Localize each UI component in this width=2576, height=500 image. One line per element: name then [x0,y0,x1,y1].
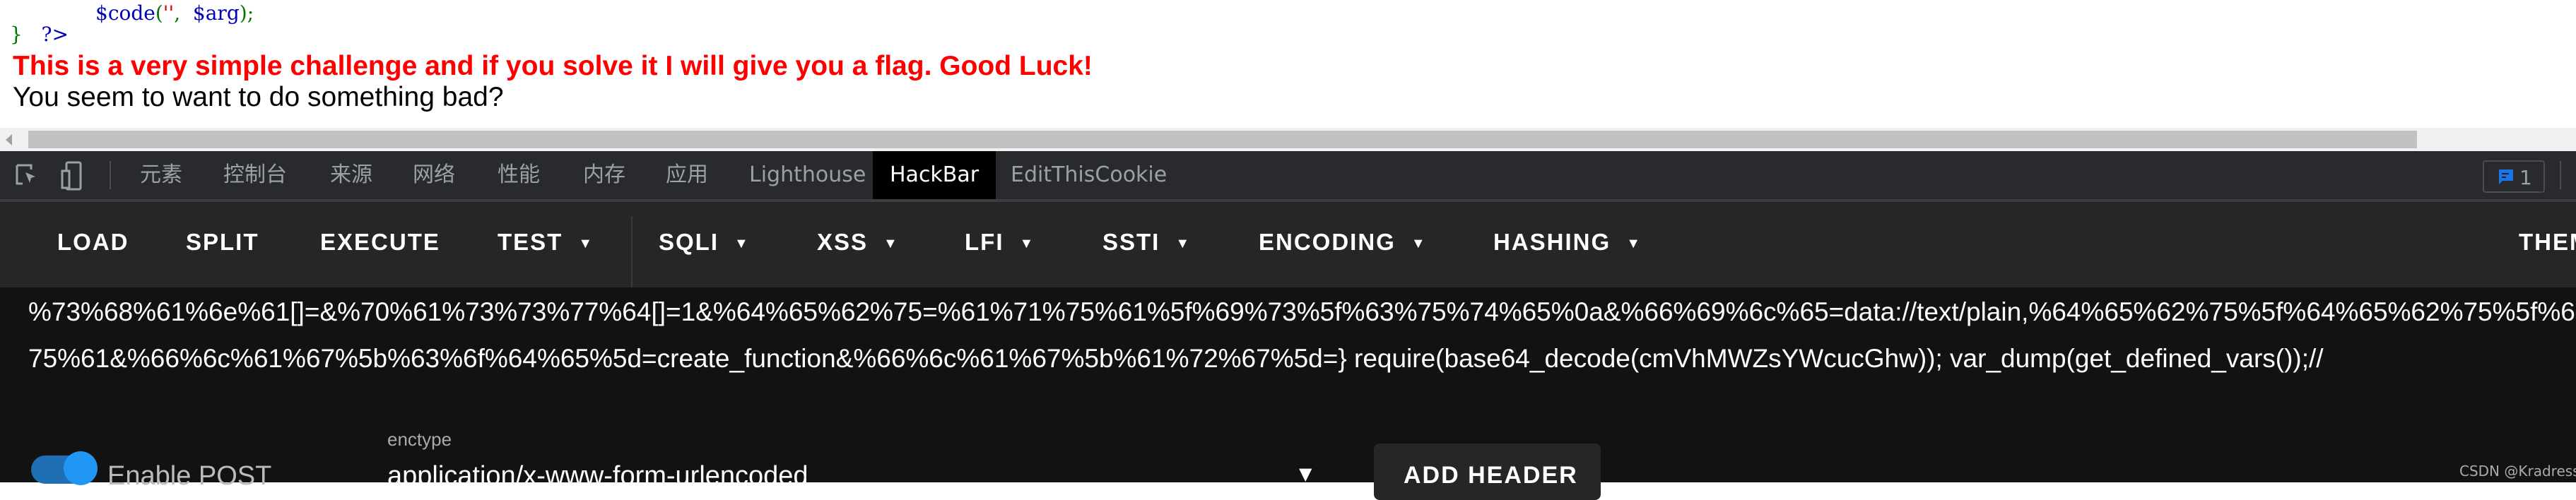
source-line-1: $code('', $arg); [95,1,254,25]
code-paren: ( [155,1,163,25]
tab-hackbar[interactable]: HackBar [873,151,996,199]
caret-down-icon: ▼ [734,235,750,251]
code-semi: ; [247,1,254,25]
button-label: ADD HEADER [1404,462,1578,489]
tab-memory[interactable]: 内存 [583,151,625,199]
code-tag: ?> [41,23,69,46]
response-message: You seem to want to do something bad? [13,82,504,112]
url-line: 75%61&%66%6c%61%67%5b%63%6f%64%65%5d=cre… [28,344,2324,373]
execute-button[interactable]: EXECUTE [320,229,440,256]
button-label: SSTI [1102,229,1160,255]
message-icon [2499,169,2513,184]
button-label: THEME [2519,229,2576,255]
tab-console[interactable]: 控制台 [223,151,287,199]
url-textarea[interactable]: %73%68%61%6e%61[]=&%70%61%73%73%77%64[]=… [0,287,2576,500]
tab-sources[interactable]: 来源 [330,151,372,199]
lfi-menu-button[interactable]: LFI ▼ [965,229,1035,256]
enable-post-toggle[interactable] [31,451,98,485]
button-label: HASHING [1493,229,1611,255]
button-label: EXECUTE [320,229,440,255]
enable-post-label: Enable POST [107,461,272,491]
divider [2560,161,2561,189]
divider [631,216,633,287]
button-label: LOAD [57,229,129,255]
tab-application[interactable]: 应用 [666,151,708,199]
source-line-2: } ?> [10,23,69,46]
code-var: $code [95,1,155,25]
code-brace: } [10,23,23,46]
sqli-menu-button[interactable]: SQLI ▼ [659,229,750,256]
watermark: CSDN @Kradress [2459,463,2576,480]
encoding-menu-button[interactable]: ENCODING ▼ [1259,229,1427,256]
load-button[interactable]: LOAD [57,229,129,256]
button-label: SQLI [659,229,719,255]
caret-down-icon: ▼ [1019,235,1035,251]
inspect-element-icon[interactable] [16,164,40,188]
tab-performance[interactable]: 性能 [498,151,540,199]
divider [110,161,111,189]
caret-down-icon: ▼ [1411,235,1427,251]
issues-badge[interactable]: 1 [2483,160,2545,193]
challenge-text: This is a very simple challenge and if y… [13,51,1093,81]
hashing-menu-button[interactable]: HASHING ▼ [1493,229,1642,256]
code-string: '' [163,1,175,25]
button-label: LFI [965,229,1004,255]
ssti-menu-button[interactable]: SSTI ▼ [1102,229,1191,256]
scroll-left-icon[interactable] [6,134,12,145]
code-arg: $arg [192,1,240,25]
enctype-value: application/x-www-form-urlencoded [387,461,808,491]
caret-down-icon: ▼ [1175,235,1192,251]
code-comma: , [174,1,181,25]
enctype-select[interactable]: application/x-www-form-urlencoded ▼ [387,461,1327,491]
issues-count: 1 [2519,166,2532,189]
caret-down-icon: ▼ [1626,235,1642,251]
test-menu-button[interactable]: TEST ▼ [498,229,594,256]
split-button[interactable]: SPLIT [186,229,259,256]
hackbar-toolbar: LOAD SPLIT EXECUTE TEST ▼ SQLI ▼ XSS ▼ LFI ▼… [0,202,2576,287]
theme-menu-button[interactable]: THEME [2519,229,2576,256]
tab-editthiscookie[interactable]: EditThisCookie [1011,151,1167,199]
xss-menu-button[interactable]: XSS ▼ [817,229,899,256]
horizontal-scrollbar[interactable] [0,128,2576,151]
button-label: XSS [817,229,869,255]
tab-elements[interactable]: 元素 [140,151,182,199]
url-line: %73%68%61%6e%61[]=&%70%61%73%73%77%64[]=… [28,297,2575,326]
enctype-label: enctype [387,429,452,450]
caret-down-icon: ▼ [578,235,594,251]
tab-network[interactable]: 网络 [413,151,455,199]
add-header-button[interactable]: ADD HEADER [1374,444,1601,500]
button-label: TEST [498,229,563,255]
button-label: SPLIT [186,229,259,255]
caret-down-icon: ▼ [883,235,899,251]
code-paren: ) [239,1,247,25]
device-toolbar-icon[interactable] [61,161,82,191]
toggle-knob [64,451,98,485]
caret-down-icon: ▼ [1299,464,1312,484]
devtools-tabbar: 元素 控制台 来源 网络 性能 内存 应用 Lighthouse HackBar… [0,151,2576,202]
button-label: ENCODING [1259,229,1396,255]
tab-lighthouse[interactable]: Lighthouse [749,151,866,199]
scrollbar-thumb[interactable] [28,131,2417,148]
